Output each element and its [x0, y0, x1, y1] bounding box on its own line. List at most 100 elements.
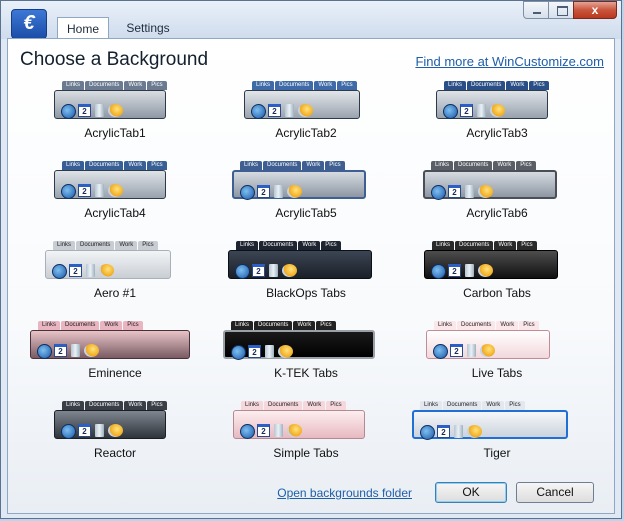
thumbnail-tab: Links [231, 321, 254, 330]
recycle-bin-icon [95, 184, 104, 197]
tab-settings[interactable]: Settings [115, 17, 181, 39]
close-button[interactable]: x [573, 1, 617, 19]
background-thumbnail[interactable]: Links Documents Work Pics 2 [412, 401, 568, 440]
recycle-bin-icon [465, 264, 474, 277]
recycle-bin-icon [285, 104, 294, 117]
thumbnail-tab: Work [100, 321, 123, 330]
thumbnail-tab: Links [38, 321, 61, 330]
thumbnail-tab: Links [444, 81, 467, 90]
background-thumbnail[interactable]: Links Documents Work Pics 2 [423, 161, 557, 200]
background-item[interactable]: Links Documents Work Pics 2 K-TEK Tabs [211, 319, 401, 399]
thumbnail-tab: Pics [321, 241, 341, 250]
thumbnail-tab: Pics [519, 321, 539, 330]
background-label: Aero #1 [93, 286, 137, 300]
thumbnail-tab-strip: Links Documents Work Pics [444, 81, 550, 90]
background-label: AcrylicTab4 [84, 206, 146, 220]
app-orb-icon[interactable]: € [11, 9, 47, 39]
background-item[interactable]: Links Documents Work Pics 2 AcrylicTab5 [211, 159, 401, 239]
background-thumbnail[interactable]: Links Documents Work Pics 2 [54, 401, 167, 439]
background-item[interactable]: Links Documents Work Pics 2 AcrylicTab2 [211, 79, 401, 159]
background-label: Live Tabs [471, 366, 523, 380]
thumbnail-panel: 2 [412, 410, 568, 440]
background-thumbnail[interactable]: Links Documents Work Pics 2 [45, 241, 171, 279]
cancel-button[interactable]: Cancel [516, 482, 594, 503]
background-item[interactable]: Links Documents Work Pics 2 Simple Tabs [211, 399, 401, 479]
thumbnail-panel: 2 [45, 250, 171, 279]
background-label: Simple Tabs [273, 446, 339, 460]
thumbnail-tab: Links [53, 241, 76, 250]
thumbnail-panel: 2 [436, 90, 548, 119]
calendar-icon: 2 [78, 184, 91, 197]
thumbnail-tab: Documents [264, 401, 303, 410]
windows-start-icon [61, 184, 76, 199]
ok-button[interactable]: OK [435, 482, 507, 503]
thumbnail-panel: 2 [54, 410, 166, 439]
tab-home[interactable]: Home [57, 17, 109, 40]
thumbnail-panel: 2 [54, 90, 166, 119]
background-thumbnail[interactable]: Links Documents Work Pics 2 [436, 81, 550, 119]
find-more-link[interactable]: Find more at WinCustomize.com [415, 54, 604, 69]
calendar-icon: 2 [268, 104, 281, 117]
thumbnail-tab-strip: Links Documents Work Pics [62, 161, 168, 170]
page-title: Choose a Background [20, 49, 209, 70]
weather-icon [108, 184, 123, 197]
thumbnail-panel: 2 [233, 410, 365, 439]
weather-icon [99, 264, 114, 277]
thumbnail-tab: Pics [316, 321, 336, 330]
background-label: AcrylicTab5 [275, 206, 337, 220]
windows-start-icon [235, 264, 250, 279]
background-item[interactable]: Links Documents Work Pics 2 Reactor [20, 399, 210, 479]
dialog-actions: Open backgrounds folder OK Cancel [277, 482, 594, 503]
background-item[interactable]: Links Documents Work Pics 2 AcrylicTab6 [402, 159, 592, 239]
thumbnail-tab: Documents [443, 401, 482, 410]
background-thumbnail[interactable]: Links Documents Work Pics 2 [54, 161, 168, 199]
windows-start-icon [240, 185, 255, 200]
background-item[interactable]: Links Documents Work Pics 2 AcrylicTab3 [402, 79, 592, 159]
background-thumbnail[interactable]: Links Documents Work Pics 2 [426, 321, 550, 359]
windows-start-icon [431, 185, 446, 200]
thumbnail-panel: 2 [426, 330, 550, 359]
background-thumbnail[interactable]: Links Documents Work Pics 2 [244, 81, 360, 119]
thumbnail-tab: Work [303, 401, 326, 410]
thumbnail-tab: Work [506, 81, 529, 90]
thumbnail-tab: Work [293, 321, 316, 330]
thumbnail-tab: Documents [259, 241, 298, 250]
background-label: AcrylicTab3 [466, 126, 528, 140]
background-thumbnail[interactable]: Links Documents Work Pics 2 [233, 401, 365, 439]
thumbnail-panel: 2 [424, 250, 558, 279]
thumbnail-tab: Work [302, 161, 325, 170]
windows-start-icon [61, 424, 76, 439]
background-thumbnail[interactable]: Links Documents Work Pics 2 [232, 161, 366, 200]
background-thumbnail[interactable]: Links Documents Work Pics 2 [223, 321, 375, 360]
background-item[interactable]: Links Documents Work Pics 2 Aero #1 [20, 239, 210, 319]
background-item[interactable]: Links Documents Work Pics 2 Tiger [402, 399, 592, 479]
background-item[interactable]: Links Documents Work Pics 2 AcrylicTab1 [20, 79, 210, 159]
minimize-icon [533, 12, 541, 14]
windows-start-icon [61, 104, 76, 119]
calendar-icon: 2 [54, 344, 67, 357]
background-thumbnail[interactable]: Links Documents Work Pics 2 [424, 241, 558, 279]
background-item[interactable]: Links Documents Work Pics 2 BlackOps Tabs [211, 239, 401, 319]
background-thumbnail[interactable]: Links Documents Work Pics 2 [228, 241, 372, 279]
thumbnail-tab: Work [494, 241, 517, 250]
title-bar[interactable]: € Home Settings x [1, 1, 621, 40]
background-thumbnail[interactable]: Links Documents Work Pics 2 [54, 81, 167, 119]
background-label: AcrylicTab1 [84, 126, 146, 140]
maximize-button[interactable] [548, 1, 574, 19]
recycle-bin-icon [95, 424, 104, 437]
thumbnail-tab: Pics [138, 241, 158, 250]
calendar-icon: 2 [78, 424, 91, 437]
windows-start-icon [443, 104, 458, 119]
background-item[interactable]: Links Documents Work Pics 2 Carbon Tabs [402, 239, 592, 319]
recycle-bin-icon [71, 344, 80, 357]
minimize-button[interactable] [523, 1, 549, 19]
thumbnail-tab: Work [124, 161, 147, 170]
open-folder-link[interactable]: Open backgrounds folder [277, 486, 412, 500]
thumbnail-tab: Links [62, 401, 85, 410]
background-item[interactable]: Links Documents Work Pics 2 Live Tabs [402, 319, 592, 399]
background-thumbnail[interactable]: Links Documents Work Pics 2 [30, 321, 190, 359]
background-item[interactable]: Links Documents Work Pics 2 Eminence [20, 319, 210, 399]
recycle-bin-icon [274, 185, 283, 198]
background-item[interactable]: Links Documents Work Pics 2 AcrylicTab4 [20, 159, 210, 239]
calendar-icon: 2 [69, 264, 82, 277]
